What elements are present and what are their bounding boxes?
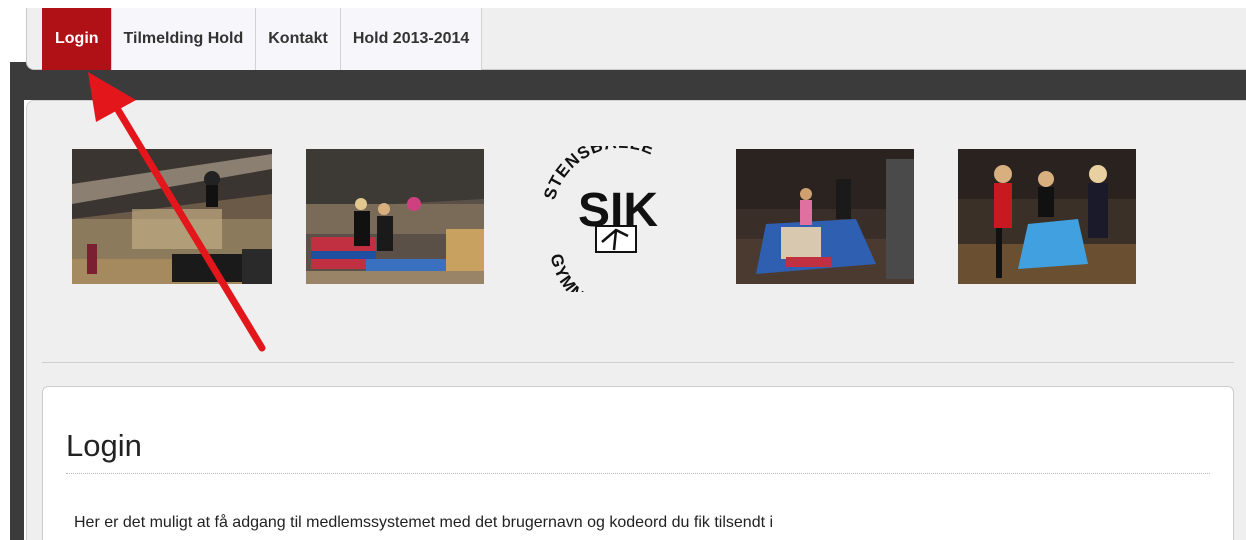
title-underline (66, 473, 1210, 474)
svg-text:GYMNASTIK: GYMNASTIK (546, 252, 630, 292)
tab-tilmelding-hold[interactable]: Tilmelding Hold (110, 8, 257, 70)
login-description: Her er det muligt at få adgang til medle… (74, 514, 774, 531)
clipped-caption (0, 0, 1246, 8)
stensballe-sik-logo: STENSBALLE SIK GYMNASTIK (536, 133, 700, 321)
nav-tabs: Login Tilmelding Hold Kontakt Hold 2013-… (42, 8, 483, 70)
tab-login[interactable]: Login (42, 8, 112, 70)
kids-vault-photo (958, 149, 1136, 284)
section-divider (42, 362, 1234, 363)
tab-hold-2013-2014[interactable]: Hold 2013-2014 (339, 8, 483, 70)
gym-hall-photo (72, 149, 272, 284)
tab-kontakt[interactable]: Kontakt (255, 8, 341, 70)
left-frame-bar (10, 62, 24, 540)
page-title: Login (66, 428, 142, 463)
trampoline-photo (306, 149, 484, 284)
gym-floor-photo (736, 149, 914, 284)
